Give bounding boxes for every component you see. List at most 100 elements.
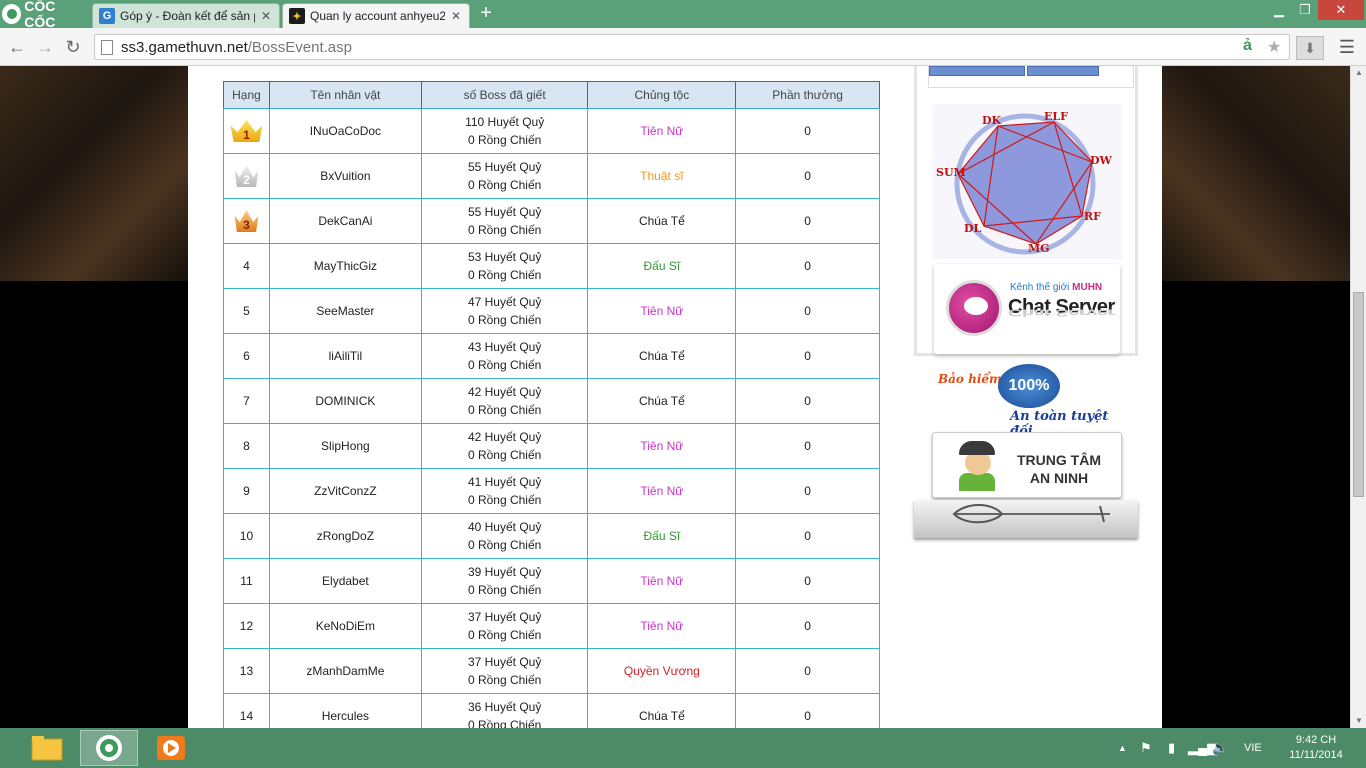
tab-title: Góp ý - Đoàn kết để sản p <box>120 9 255 23</box>
windows-taskbar: ▲ ⚑ ▮ ▂▄▆ 🔈 VIE 9:42 CH 11/11/2014 <box>0 728 1366 768</box>
coccoc-logo-icon <box>2 4 22 24</box>
rank-cell: 3 <box>223 198 270 244</box>
boss-cell: 55 Huyết Quỷ 0 Rồng Chiến <box>420 198 589 244</box>
name-cell: DOMINICK <box>268 378 422 424</box>
guarantee-seal-icon: 100% <box>998 364 1060 408</box>
tab-gop-y[interactable]: G Góp ý - Đoàn kết để sản p ✕ <box>92 3 280 28</box>
race-cell: Đấu Sĩ <box>587 513 737 559</box>
maximize-icon[interactable]: ❐ <box>1292 0 1318 20</box>
security-text: TRUNG TÂM AN NINH <box>1017 451 1101 487</box>
boss-huyet-quy: 36 Huyết Quỷ <box>467 700 542 714</box>
name-cell: KeNoDiEm <box>268 603 422 649</box>
tray-expand-icon[interactable]: ▲ <box>1118 743 1127 753</box>
action-center-flag-icon[interactable]: ⚑ <box>1140 740 1152 756</box>
minimize-icon[interactable]: ▁ <box>1266 0 1292 20</box>
chat-server-banner[interactable]: Kênh thế giới MUHN Chat Server Chat Serv… <box>934 264 1120 354</box>
browser-brand[interactable]: CỐC CỐC <box>2 0 88 30</box>
forward-arrow-icon[interactable]: → <box>34 36 56 58</box>
boss-cell: 39 Huyết Quỷ 0 Rồng Chiến <box>420 558 589 604</box>
close-icon[interactable]: ✕ <box>259 9 273 23</box>
rank-cell: 7 <box>223 378 270 424</box>
back-arrow-icon[interactable]: ← <box>6 36 28 58</box>
rank-cell: 6 <box>223 333 270 379</box>
race-cell: Tiên Nữ <box>587 288 737 334</box>
brand-label: CỐC CỐC <box>24 0 56 30</box>
reward-cell: 0 <box>735 468 880 514</box>
race-cell: Tiên Nữ <box>587 423 737 469</box>
rank-cell: 11 <box>223 558 270 604</box>
label-rf: RF <box>1084 210 1101 223</box>
bookmark-star-icon[interactable]: ★ <box>1267 37 1281 57</box>
scroll-up-icon[interactable]: ▲ <box>1351 66 1366 80</box>
coccoc-taskbar-icon[interactable] <box>80 730 138 766</box>
boss-cell: 55 Huyết Quỷ 0 Rồng Chiến <box>420 153 589 199</box>
volume-icon[interactable]: 🔈 <box>1212 740 1228 756</box>
boss-cell: 41 Huyết Quỷ 0 Rồng Chiến <box>420 468 589 514</box>
table-row: 8 SlipHong 42 Huyết Quỷ 0 Rồng Chiến Tiên… <box>223 423 880 469</box>
coccoc-extension-icon[interactable]: ả <box>1243 37 1252 55</box>
table-row: 10 zRongDoZ 40 Huyết Quỷ 0 Rồng Chiến Đấu… <box>223 513 880 559</box>
media-player-icon[interactable] <box>142 730 200 766</box>
boss-huyet-quy: 110 Huyết Quỷ <box>465 115 545 129</box>
table-header-row: Hạng Tên nhân vật số Boss đã giết Chủng … <box>223 81 880 109</box>
reward-cell: 0 <box>735 378 880 424</box>
race-cell: Thuật sĩ <box>587 153 737 199</box>
header-reward: Phần thưởng <box>735 81 880 109</box>
menu-hamburger-icon[interactable]: ☰ <box>1336 36 1358 58</box>
table-row: 6 liAiliTil 43 Huyết Quỷ 0 Rồng Chiến Chú… <box>223 333 880 379</box>
close-icon[interactable]: ✕ <box>449 9 463 23</box>
rank-cell: 10 <box>223 513 270 559</box>
boss-huyet-quy: 55 Huyết Quỷ <box>467 205 542 219</box>
sidebar-tabs <box>928 66 1134 88</box>
reward-cell: 0 <box>735 153 880 199</box>
new-tab-plus-icon[interactable]: + <box>474 3 498 23</box>
race-cell: Tiên Nữ <box>587 603 737 649</box>
file-explorer-icon[interactable] <box>18 730 76 766</box>
name-cell: DekCanAi <box>268 198 422 244</box>
clock-date: 11/11/2014 <box>1289 749 1343 761</box>
table-row: 7 DOMINICK 42 Huyết Quỷ 0 Rồng Chiến Chúa… <box>223 378 880 424</box>
reward-cell: 0 <box>735 423 880 469</box>
table-row: 12 KeNoDiEm 37 Huyết Quỷ 0 Rồng Chiến Tiê… <box>223 603 880 649</box>
sidebar-tab-2[interactable] <box>1027 66 1099 76</box>
name-cell: Elydabet <box>268 558 422 604</box>
g-site-icon: G <box>99 8 115 24</box>
page-icon <box>101 40 113 55</box>
reload-icon[interactable]: ↻ <box>62 36 84 58</box>
download-icon[interactable]: ⬇ <box>1296 36 1324 60</box>
name-cell: liAiliTil <box>268 333 422 379</box>
window-close-icon[interactable]: ✕ <box>1318 0 1364 20</box>
security-center-banner[interactable]: TRUNG TÂM AN NINH <box>932 432 1122 498</box>
tab-quan-ly-account[interactable]: ✦ Quan ly account anhyeu2 ✕ <box>282 3 470 28</box>
table-body: 1 INuOaCoDoc 110 Huyết Quỷ 0 Rồng Chiến T… <box>223 108 880 728</box>
label-mg: MG <box>1028 242 1050 255</box>
scroll-down-icon[interactable]: ▼ <box>1351 714 1366 728</box>
boss-rong-chien: 0 Rồng Chiến <box>467 223 542 237</box>
race-cell: Chúa Tể <box>587 378 737 424</box>
address-bar[interactable]: ss3.gamethuvn.net/BossEvent.asp ả ★ <box>94 34 1290 60</box>
scroll-thumb[interactable] <box>1353 292 1364 497</box>
battery-icon[interactable]: ▮ <box>1168 740 1175 756</box>
boss-rong-chien: 0 Rồng Chiến <box>467 448 542 462</box>
chat-subtitle: Kênh thế giới MUHN <box>1010 282 1102 293</box>
boss-huyet-quy: 42 Huyết Quỷ <box>467 385 542 399</box>
boss-cell: 47 Huyết Quỷ 0 Rồng Chiến <box>420 288 589 334</box>
chat-bubble-icon <box>946 280 1002 336</box>
boss-rong-chien: 0 Rồng Chiến <box>467 583 542 597</box>
table-row: 14 Hercules 36 Huyết Quỷ 0 Rồng Chiến Chú… <box>223 693 880 728</box>
insurance-banner[interactable]: Bảo hiểm độ 100% An toàn tuyệt đối <box>936 364 1120 439</box>
label-elf: ELF <box>1044 110 1068 123</box>
background-art-right <box>1162 66 1350 281</box>
race-cell: Tiên Nữ <box>587 468 737 514</box>
label-dl: DL <box>964 222 982 235</box>
security-line-1: TRUNG TÂM <box>1017 452 1101 468</box>
system-clock[interactable]: 9:42 CH 11/11/2014 <box>1276 733 1356 763</box>
page-scrollbar[interactable]: ▲ ▼ <box>1350 66 1366 728</box>
sword-icon <box>952 504 1110 524</box>
sidebar-tab-1[interactable] <box>929 66 1025 76</box>
boss-huyet-quy: 37 Huyết Quỷ <box>467 610 542 624</box>
language-indicator[interactable]: VIE <box>1244 742 1262 754</box>
reward-cell: 0 <box>735 108 880 154</box>
boss-rong-chien: 0 Rồng Chiến <box>467 718 542 728</box>
table-row: 1 INuOaCoDoc 110 Huyết Quỷ 0 Rồng Chiến T… <box>223 108 880 154</box>
